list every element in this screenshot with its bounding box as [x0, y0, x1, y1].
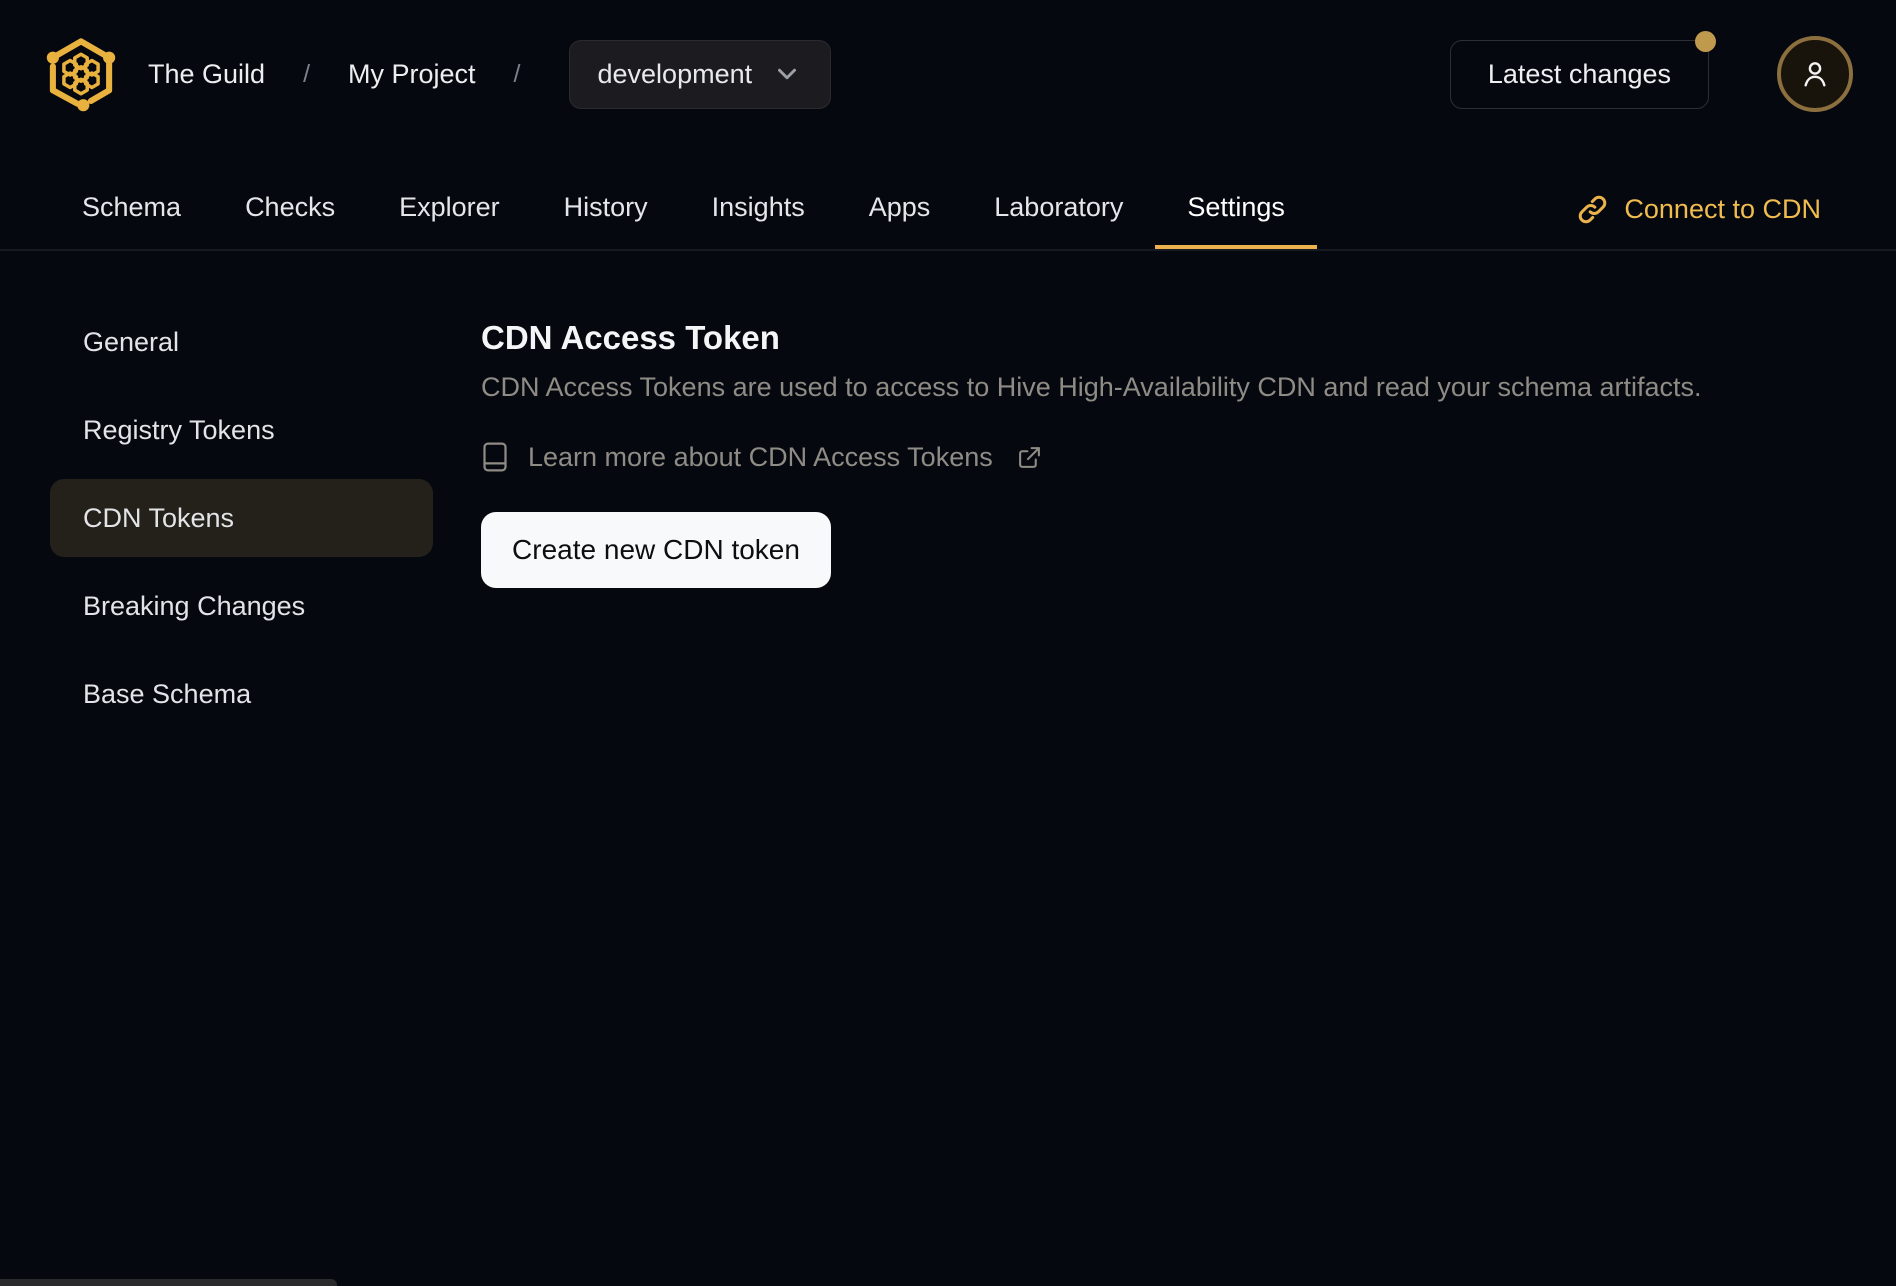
sidebar-item-breaking-changes[interactable]: Breaking Changes: [50, 567, 433, 645]
target-selector-dropdown[interactable]: development: [568, 39, 832, 109]
tab-insights[interactable]: Insights: [680, 169, 837, 249]
chevron-down-icon: [778, 68, 797, 80]
learn-more-label: Learn more about CDN Access Tokens: [528, 441, 993, 472]
main-content: CDN Access Token CDN Access Tokens are u…: [433, 251, 1702, 588]
latest-changes-label: Latest changes: [1487, 58, 1671, 89]
bottom-overlay-bar: [0, 1279, 337, 1286]
breadcrumb-separator: /: [303, 59, 311, 88]
sidebar-item-base-schema[interactable]: Base Schema: [50, 655, 433, 733]
settings-sidebar: General Registry Tokens CDN Tokens Break…: [0, 251, 433, 743]
learn-more-link[interactable]: Learn more about CDN Access Tokens: [481, 440, 1702, 474]
tab-settings[interactable]: Settings: [1155, 169, 1317, 249]
target-selector-value: development: [597, 58, 753, 89]
app-header: The Guild / My Project / development Lat…: [0, 0, 1896, 169]
user-icon: [1804, 62, 1826, 87]
book-icon: [483, 442, 507, 472]
latest-changes-button[interactable]: Latest changes: [1449, 30, 1716, 109]
page-body: General Registry Tokens CDN Tokens Break…: [0, 251, 1896, 743]
sidebar-item-registry-tokens[interactable]: Registry Tokens: [50, 391, 433, 469]
tab-laboratory[interactable]: Laboratory: [962, 169, 1155, 249]
sidebar-item-cdn-tokens[interactable]: CDN Tokens: [50, 479, 433, 557]
user-menu-button[interactable]: [1777, 36, 1853, 112]
notification-dot: [1695, 30, 1716, 52]
page-description: CDN Access Tokens are used to access to …: [481, 372, 1702, 402]
tab-history[interactable]: History: [532, 169, 680, 249]
nav-tabs: Schema Checks Explorer History Insights …: [50, 169, 1317, 249]
main-navbar: Schema Checks Explorer History Insights …: [0, 169, 1896, 251]
breadcrumb-project[interactable]: My Project: [348, 59, 476, 90]
tab-apps[interactable]: Apps: [837, 169, 963, 249]
external-link-icon: [1018, 446, 1040, 468]
page-title: CDN Access Token: [481, 319, 780, 356]
tab-explorer[interactable]: Explorer: [367, 169, 532, 249]
header-right-group: Latest changes: [1449, 30, 1853, 112]
hive-logo[interactable]: [43, 35, 119, 113]
connect-to-cdn-label: Connect to CDN: [1624, 193, 1821, 224]
connect-to-cdn-link[interactable]: Connect to CDN: [1576, 169, 1821, 249]
tab-checks[interactable]: Checks: [213, 169, 367, 249]
breadcrumb-org[interactable]: The Guild: [148, 59, 265, 90]
link-icon: [1579, 195, 1607, 223]
create-cdn-token-button[interactable]: Create new CDN token: [481, 512, 831, 588]
breadcrumb: The Guild / My Project /: [148, 59, 559, 90]
tab-schema[interactable]: Schema: [50, 169, 213, 249]
breadcrumb-separator: /: [513, 59, 521, 88]
sidebar-item-general[interactable]: General: [50, 303, 433, 381]
